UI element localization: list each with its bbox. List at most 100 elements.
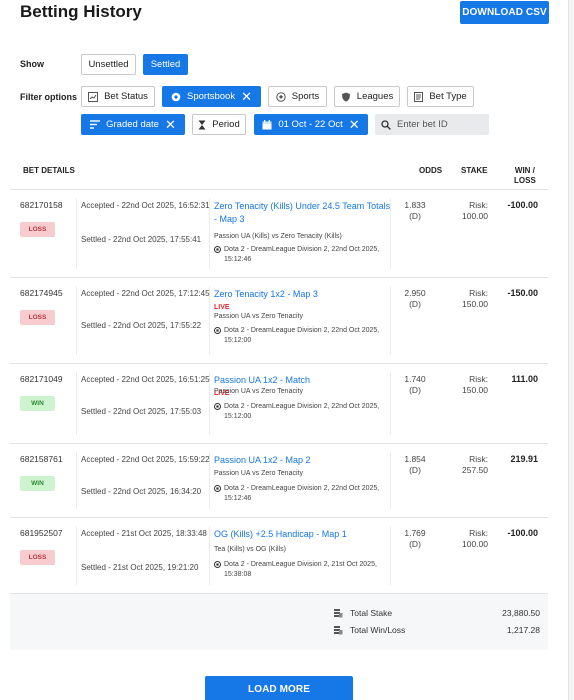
load-more-button[interactable]: LOAD MORE bbox=[205, 676, 353, 700]
hourglass-icon bbox=[198, 120, 206, 129]
header-odds: ODDS bbox=[419, 166, 443, 175]
total-stake-line: Total Stake bbox=[333, 608, 392, 618]
filter-bet-status-chip[interactable]: Bet Status bbox=[81, 86, 155, 107]
chart-icon bbox=[88, 91, 99, 102]
settled-time: Settled - 21st Oct 2025, 19:21:20 bbox=[81, 563, 199, 572]
calendar-icon bbox=[262, 119, 272, 129]
odds-format: (D) bbox=[409, 211, 421, 221]
stake-value: Risk: 257.50 bbox=[442, 454, 488, 476]
event-name: Passion UA (Kills) vs Zero Tenacity (Kil… bbox=[214, 233, 342, 240]
odds-number: 1.854 bbox=[404, 454, 426, 464]
odds-value: 1.740 (D) bbox=[395, 374, 435, 396]
odds-format: (D) bbox=[409, 539, 421, 549]
league-info: Dota 2 - DreamLeague Division 2, 22nd Oc… bbox=[214, 326, 394, 346]
total-stake-value: 23,880.50 bbox=[502, 608, 540, 618]
total-winloss-line: Total Win/Loss bbox=[333, 625, 405, 635]
bet-id: 682174945 bbox=[20, 288, 63, 298]
league-text: Dota 2 - DreamLeague Division 2, 22nd Oc… bbox=[224, 327, 380, 344]
gamepad-icon bbox=[214, 403, 221, 410]
target-icon bbox=[171, 92, 181, 101]
show-unsettled-button[interactable]: Unsettled bbox=[81, 54, 136, 75]
filter-leagues-chip[interactable]: Leagues bbox=[334, 86, 400, 107]
odds-value: 1.854 (D) bbox=[395, 454, 435, 476]
bet-id-search[interactable] bbox=[375, 114, 489, 135]
filter-period-label: Period bbox=[212, 119, 240, 130]
filter-bet-type-chip[interactable]: Bet Type bbox=[407, 86, 474, 107]
market-link[interactable]: Passion UA 1x2 - Match LIVE bbox=[214, 374, 392, 400]
odds-value: 1.833 (D) bbox=[395, 200, 435, 222]
settled-time: Settled - 22nd Oct 2025, 17:55:03 bbox=[81, 407, 202, 416]
market-link[interactable]: Passion UA 1x2 - Map 2 bbox=[214, 454, 392, 467]
odds-format: (D) bbox=[409, 465, 421, 475]
accepted-time: Accepted - 22nd Oct 2025, 16:51:25 bbox=[81, 375, 210, 384]
event-name: Tea (Kills) vs OG (Kills) bbox=[214, 546, 286, 553]
market-text: Zero Tenacity 1x2 - Map 3 bbox=[214, 289, 318, 299]
league-text: Dota 2 - DreamLeague Division 2, 22nd Oc… bbox=[224, 485, 380, 502]
status-badge: WIN bbox=[20, 396, 55, 411]
download-csv-button[interactable]: DOWNLOAD CSV bbox=[460, 1, 549, 24]
stake-amount: 257.50 bbox=[462, 465, 488, 475]
league-info: Dota 2 - DreamLeague Division 2, 22nd Oc… bbox=[214, 484, 394, 504]
bet-times: Accepted - 22nd Oct 2025, 15:59:22 Settl… bbox=[81, 454, 211, 496]
table-row: 682170158 LOSS Accepted - 22nd Oct 2025,… bbox=[10, 190, 548, 278]
header-win-loss-line1: WIN / bbox=[514, 166, 535, 175]
stake-amount: 150.00 bbox=[462, 299, 488, 309]
shield-icon bbox=[341, 92, 350, 102]
remove-date-range-icon[interactable]: ✕ bbox=[349, 118, 360, 131]
win-loss-value: -100.00 bbox=[507, 200, 538, 210]
league-text: Dota 2 - DreamLeague Division 2, 22nd Oc… bbox=[224, 403, 380, 420]
gamepad-icon bbox=[214, 246, 221, 253]
bet-id-input[interactable] bbox=[397, 119, 483, 130]
gamepad-icon bbox=[214, 485, 221, 492]
remove-sportsbook-icon[interactable]: ✕ bbox=[241, 90, 252, 103]
event-name: Passion UA vs Zero Tenacity bbox=[214, 313, 303, 320]
stake-label: Risk: bbox=[469, 454, 488, 464]
odds-value: 1.769 (D) bbox=[395, 528, 435, 550]
win-loss-value: 219.91 bbox=[510, 454, 538, 464]
stake-label: Risk: bbox=[469, 288, 488, 298]
header-win-loss-line2: LOSS bbox=[514, 176, 536, 185]
page-title: Betting History bbox=[20, 2, 142, 21]
league-info: Dota 2 - DreamLeague Division 2, 21st Oc… bbox=[214, 560, 394, 580]
filter-options-label: Filter options bbox=[20, 92, 77, 102]
bet-times: Accepted - 22nd Oct 2025, 17:12:45 Settl… bbox=[81, 288, 211, 330]
coins-icon bbox=[334, 626, 343, 635]
odds-number: 1.740 bbox=[404, 374, 426, 384]
remove-graded-date-icon[interactable]: ✕ bbox=[165, 118, 176, 131]
stake-amount: 150.00 bbox=[462, 385, 488, 395]
stake-amount: 100.00 bbox=[462, 539, 488, 549]
show-label: Show bbox=[20, 59, 44, 69]
filter-graded-date-chip[interactable]: Graded date ✕ bbox=[81, 114, 185, 135]
filter-date-range-label: 01 Oct - 22 Oct bbox=[278, 119, 343, 130]
league-info: Dota 2 - DreamLeague Division 2, 22nd Oc… bbox=[214, 402, 394, 422]
table-row: 682171049 WIN Accepted - 22nd Oct 2025, … bbox=[10, 364, 548, 444]
filter-sports-label: Sports bbox=[291, 91, 320, 102]
odds-number: 1.769 bbox=[404, 528, 426, 538]
header-bet-details: BET DETAILS bbox=[23, 166, 75, 175]
document-icon bbox=[414, 91, 424, 102]
total-winloss-value: 1,217.28 bbox=[506, 625, 540, 635]
event-name: Passion UA vs Zero Tenacity bbox=[214, 470, 303, 477]
market-text: Passion UA 1x2 - Match bbox=[214, 375, 311, 385]
filter-sports-chip[interactable]: Sports bbox=[268, 86, 327, 107]
market-link[interactable]: OG (Kills) +2.5 Handicap - Map 1 bbox=[214, 528, 392, 541]
filter-date-range-chip[interactable]: 01 Oct - 22 Oct ✕ bbox=[254, 114, 368, 135]
vertical-scrollbar[interactable] bbox=[568, 0, 574, 700]
bet-history-table: BET DETAILS ODDS STAKE WIN / LOSS 682170… bbox=[10, 154, 548, 650]
gamepad-icon bbox=[214, 327, 221, 334]
market-link[interactable]: Zero Tenacity (Kills) Under 24.5 Team To… bbox=[214, 200, 392, 225]
filter-sportsbook-chip[interactable]: Sportsbook ✕ bbox=[162, 86, 261, 107]
accepted-time: Accepted - 22nd Oct 2025, 15:59:22 bbox=[81, 455, 210, 464]
market-link[interactable]: Zero Tenacity 1x2 - Map 3 LIVE bbox=[214, 288, 392, 314]
status-badge: WIN bbox=[20, 476, 55, 491]
status-badge: LOSS bbox=[20, 310, 55, 325]
bet-id: 681952507 bbox=[20, 528, 63, 538]
filter-bet-status-label: Bet Status bbox=[104, 91, 148, 102]
filter-bet-type-label: Bet Type bbox=[429, 91, 467, 102]
stake-amount: 100.00 bbox=[462, 211, 488, 221]
filter-period-chip[interactable]: Period bbox=[192, 114, 246, 135]
bet-id: 682171049 bbox=[20, 374, 63, 384]
bet-times: Accepted - 21st Oct 2025, 18:33:48 Settl… bbox=[81, 528, 211, 572]
bet-id: 682170158 bbox=[20, 200, 63, 210]
show-settled-button[interactable]: Settled bbox=[143, 54, 188, 75]
